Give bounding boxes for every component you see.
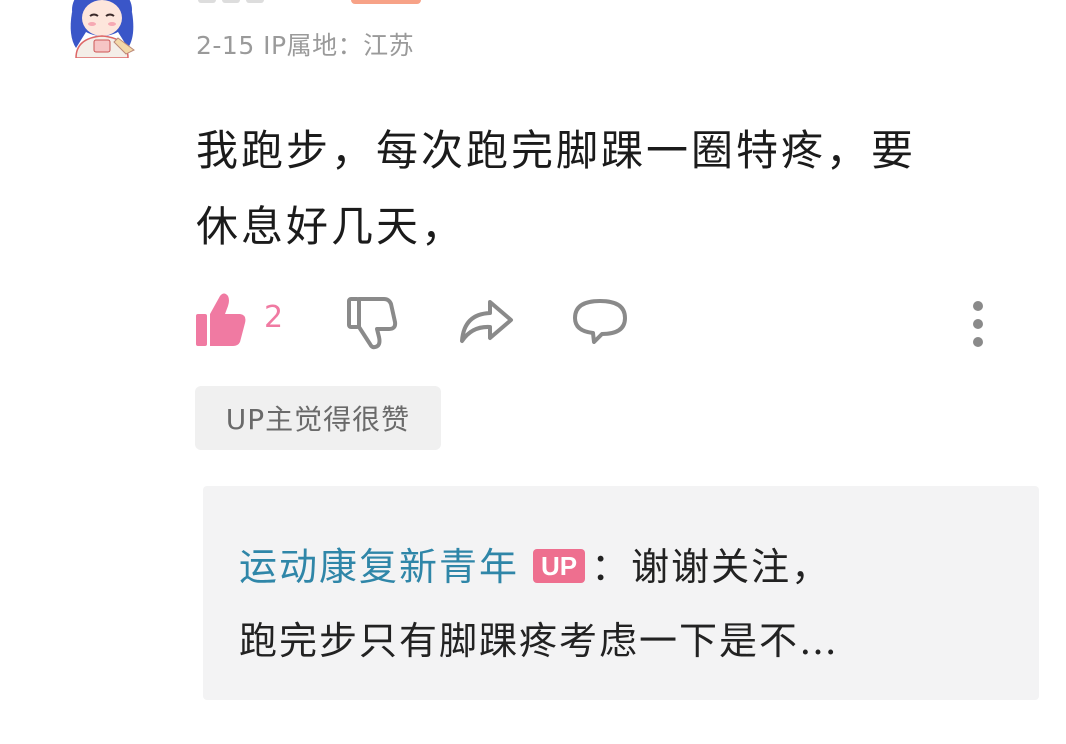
like-count: 2 [264,300,284,335]
thumbs-up-icon[interactable] [194,292,248,348]
reply-text-line-1: 谢谢关注， [631,545,832,589]
comment-bubble-icon[interactable] [572,298,628,344]
comment-meta: 2-15 IP属地：江苏 [196,31,415,60]
avatar[interactable] [62,0,142,59]
reply-separator: ： [591,545,632,589]
level-badge [351,0,421,4]
comment-content-line-1: 我跑步，每次跑完脚踝一圈特疼，要 [196,126,917,175]
reply-preview[interactable]: 运动康复新青年 UP ：谢谢关注， 跑完步只有脚踝疼考虑一下是不… [203,486,1039,700]
more-vertical-icon[interactable] [962,298,994,348]
share-icon[interactable] [458,298,514,344]
up-liked-tag: UP主觉得很赞 [195,386,441,450]
up-badge: UP [533,549,586,583]
comment-content: 我跑步，每次跑完脚踝一圈特疼，要 休息好几天， [196,113,1036,265]
comment-content-line-2: 休息好几天， [196,202,467,251]
reply-line-1: 运动康复新青年 UP ：谢谢关注， [239,536,831,591]
username-fragment[interactable] [198,0,308,6]
comment-actions: 2 [0,292,1066,356]
thumbs-down-icon[interactable] [346,296,398,350]
reply-text-line-2: 跑完步只有脚踝疼考虑一下是不… [239,619,840,663]
reply-author[interactable]: 运动康复新青年 [239,545,519,589]
